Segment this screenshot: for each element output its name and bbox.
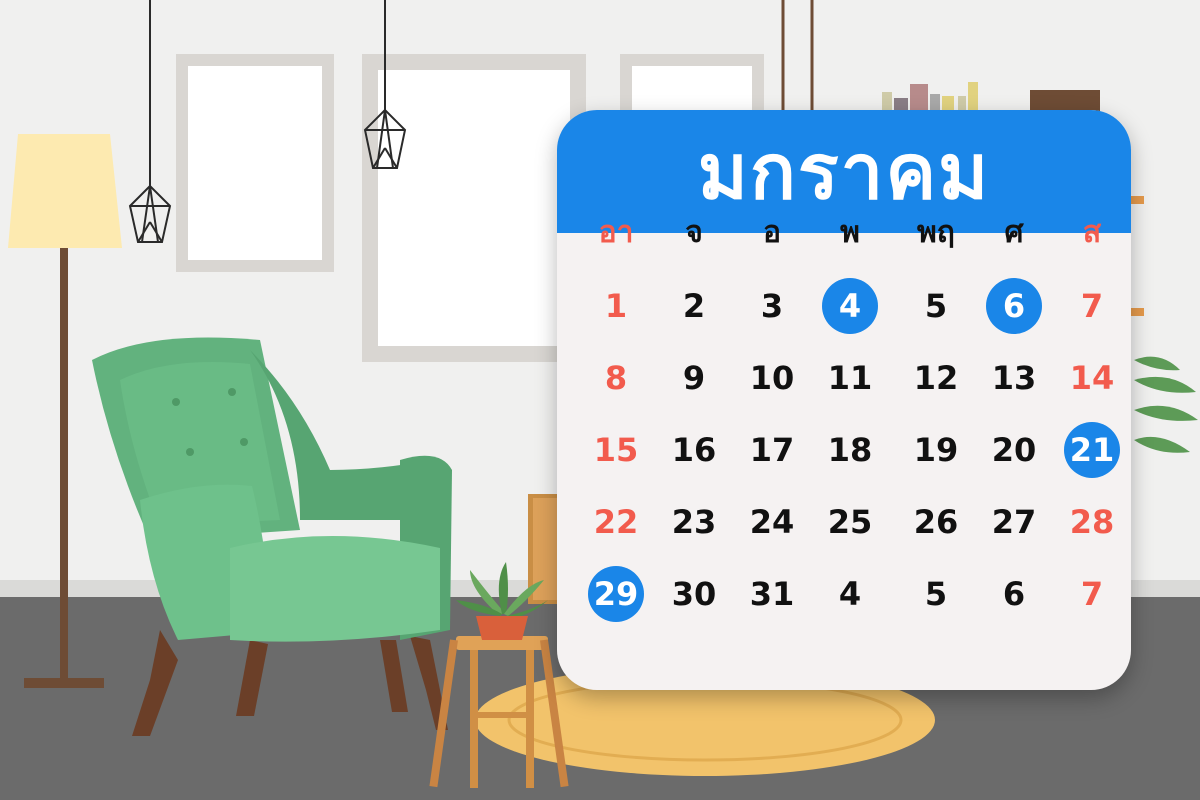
date-cell: 12 <box>897 348 975 408</box>
weekday-label: พฤ <box>917 214 955 250</box>
weekday-label: ส <box>1082 214 1102 250</box>
date-number: 5 <box>924 575 948 613</box>
date-cell: 3 <box>733 276 811 336</box>
date-number: 18 <box>827 431 873 469</box>
date-cell-highlighted: 6 <box>975 276 1053 336</box>
weekday-label: พ <box>840 214 860 250</box>
date-number: 4 <box>838 575 862 613</box>
date-cell: 18 <box>811 420 889 480</box>
date-number: 23 <box>671 503 717 541</box>
date-cell: 7 <box>1053 276 1131 336</box>
date-cell: 16 <box>655 420 733 480</box>
date-number: 30 <box>671 575 717 613</box>
date-cell-highlighted: 29 <box>577 564 655 624</box>
date-number: 26 <box>913 503 959 541</box>
date-number: 6 <box>986 278 1042 334</box>
date-cell: 6 <box>975 564 1053 624</box>
date-cell: 17 <box>733 420 811 480</box>
week-row: 29 30 31 4 5 6 7 <box>557 564 1131 636</box>
date-number: 25 <box>827 503 873 541</box>
date-number: 21 <box>1064 422 1120 478</box>
date-number: 16 <box>671 431 717 469</box>
date-cell: 24 <box>733 492 811 552</box>
date-cell: 1 <box>577 276 655 336</box>
date-cell: 2 <box>655 276 733 336</box>
calendar-card: มกราคม อาจอพพฤศส 1 2 3 4 5 6 7 8 9 10 11 12 13 14 15 16 1… <box>557 110 1131 690</box>
date-number: 20 <box>991 431 1037 469</box>
date-cell: 11 <box>811 348 889 408</box>
date-number: 9 <box>682 359 706 397</box>
date-number: 27 <box>991 503 1037 541</box>
date-number: 4 <box>822 278 878 334</box>
date-number: 13 <box>991 359 1037 397</box>
date-number: 8 <box>604 359 628 397</box>
date-number: 15 <box>593 431 639 469</box>
date-cell: 8 <box>577 348 655 408</box>
date-number: 28 <box>1069 503 1115 541</box>
date-number: 19 <box>913 431 959 469</box>
date-cell: 13 <box>975 348 1053 408</box>
weekday-label: อา <box>598 214 634 250</box>
weekday-label: ศ <box>1004 214 1024 250</box>
date-number: 2 <box>682 287 706 325</box>
weekday-label: อ <box>762 214 782 250</box>
date-cell: 25 <box>811 492 889 552</box>
date-number: 31 <box>749 575 795 613</box>
date-cell: 4 <box>811 564 889 624</box>
date-cell: 27 <box>975 492 1053 552</box>
date-cell: 28 <box>1053 492 1131 552</box>
picture-frame-left <box>176 54 334 272</box>
date-number: 12 <box>913 359 959 397</box>
date-cell: 19 <box>897 420 975 480</box>
date-cell: 26 <box>897 492 975 552</box>
date-number: 3 <box>760 287 784 325</box>
date-number: 22 <box>593 503 639 541</box>
picture-frame-center <box>362 54 586 362</box>
date-cell: 30 <box>655 564 733 624</box>
date-cell: 31 <box>733 564 811 624</box>
date-number: 10 <box>749 359 795 397</box>
weekday-label: จ <box>685 214 703 250</box>
date-cell: 23 <box>655 492 733 552</box>
week-row: 8 9 10 11 12 13 14 <box>557 348 1131 420</box>
date-cell: 20 <box>975 420 1053 480</box>
date-cell: 14 <box>1053 348 1131 408</box>
date-cell: 5 <box>897 564 975 624</box>
weekday-header-row: อา จ อ พ พฤ ศ ส <box>557 202 1131 274</box>
date-cell-highlighted: 21 <box>1053 420 1131 480</box>
date-cell: 7 <box>1053 564 1131 624</box>
date-number: 1 <box>604 287 628 325</box>
date-number: 17 <box>749 431 795 469</box>
date-number: 14 <box>1069 359 1115 397</box>
date-number: 24 <box>749 503 795 541</box>
date-number: 5 <box>924 287 948 325</box>
date-number: 7 <box>1080 575 1104 613</box>
date-number: 6 <box>1002 575 1026 613</box>
date-cell: 22 <box>577 492 655 552</box>
date-cell: 15 <box>577 420 655 480</box>
date-cell: 10 <box>733 348 811 408</box>
date-cell: 9 <box>655 348 733 408</box>
date-cell: 5 <box>897 276 975 336</box>
week-row: 1 2 34 567 <box>557 276 1131 348</box>
week-row: 15 16 17 18 19 20 21 <box>557 420 1131 492</box>
date-number: 11 <box>827 359 873 397</box>
date-number: 29 <box>588 566 644 622</box>
date-number: 7 <box>1080 287 1104 325</box>
week-row: 22 23 24 25 26 27 28 <box>557 492 1131 564</box>
date-cell-highlighted: 4 <box>811 276 889 336</box>
